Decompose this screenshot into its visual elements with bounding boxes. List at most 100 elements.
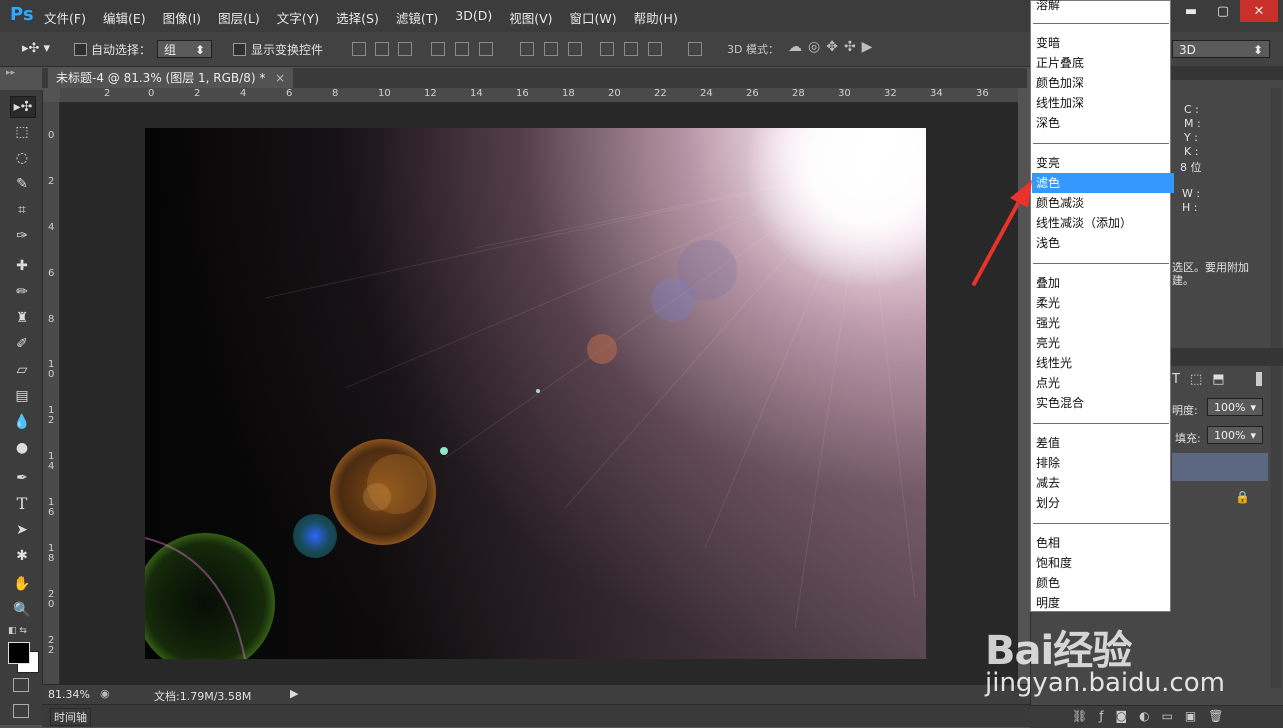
align-hcenter-icon[interactable] <box>455 42 469 56</box>
menu-image[interactable]: 图像(I) <box>163 8 201 27</box>
healing-brush-tool-icon[interactable]: ✚ <box>10 256 34 276</box>
history-brush-tool-icon[interactable]: ✐ <box>10 334 34 354</box>
zoom-level[interactable]: 81.34% <box>48 688 90 701</box>
3d-mode-icons[interactable]: ☁◎✥✣▶ <box>788 39 878 55</box>
align-vcenter-icon[interactable] <box>375 42 389 56</box>
distribute-bottom-icon[interactable] <box>568 42 582 56</box>
distribute-top-icon[interactable] <box>520 42 534 56</box>
blend-darken[interactable]: 变暗 <box>1035 33 1170 53</box>
brush-tool-icon[interactable]: ✏ <box>10 282 34 302</box>
blend-soft-light[interactable]: 柔光 <box>1035 293 1170 313</box>
menu-file[interactable]: 文件(F) <box>44 8 86 27</box>
blend-lighter-color[interactable]: 浅色 <box>1035 233 1170 253</box>
default-colors-icon[interactable]: ◧ ⇆ <box>8 626 27 636</box>
blend-exclusion[interactable]: 排除 <box>1035 453 1170 473</box>
blend-darker-color[interactable]: 深色 <box>1035 113 1170 133</box>
align-bottom-icon[interactable] <box>398 42 412 56</box>
lasso-tool-icon[interactable]: ◌ <box>10 148 34 168</box>
blend-hard-light[interactable]: 强光 <box>1035 313 1170 333</box>
blend-subtract[interactable]: 减去 <box>1035 473 1170 493</box>
menu-help[interactable]: 帮助(H) <box>634 8 678 27</box>
blend-linear-burn[interactable]: 线性加深 <box>1035 93 1170 113</box>
filter-toggle[interactable] <box>1256 372 1262 386</box>
menu-filter[interactable]: 滤镜(T) <box>396 8 438 27</box>
timeline-tab[interactable]: 时间轴 <box>50 708 91 726</box>
dodge-tool-icon[interactable]: ● <box>10 438 34 458</box>
eraser-tool-icon[interactable]: ▱ <box>10 360 34 380</box>
blend-color[interactable]: 颜色 <box>1035 573 1170 593</box>
fill-field[interactable]: 100% ▾ <box>1207 426 1263 444</box>
collapse-icon[interactable]: ▸▸ <box>6 68 15 78</box>
align-top-icon[interactable] <box>352 42 366 56</box>
layer-action-icons[interactable]: ⛓ƒ◙◐▭▣🗑 <box>1072 709 1235 723</box>
document-tab[interactable]: 未标题-4 @ 81.3% (图层 1, RGB/8) * × <box>48 68 294 88</box>
layer-filter-icons[interactable]: T⬚⬒ <box>1172 372 1235 387</box>
minimize-button[interactable]: ▬ <box>1176 0 1206 22</box>
pen-tool-icon[interactable]: ✒ <box>10 468 34 488</box>
blend-vivid-light[interactable]: 亮光 <box>1035 333 1170 353</box>
blend-color-burn[interactable]: 颜色加深 <box>1035 73 1170 93</box>
quick-mask-icon[interactable] <box>13 678 29 692</box>
auto-select-dropdown[interactable]: 组 ⬍ <box>157 40 212 58</box>
blur-tool-icon[interactable]: 💧 <box>10 412 34 432</box>
blend-linear-light[interactable]: 线性光 <box>1035 353 1170 373</box>
path-select-tool-icon[interactable]: ➤ <box>10 520 34 540</box>
maximize-button[interactable]: ▢ <box>1208 0 1238 22</box>
gradient-tool-icon[interactable]: ▤ <box>10 386 34 406</box>
hand-tool-icon[interactable]: ✋ <box>10 574 34 594</box>
menu-edit[interactable]: 编辑(E) <box>103 8 146 27</box>
distribute-vcenter-icon[interactable] <box>544 42 558 56</box>
blend-multiply[interactable]: 正片叠底 <box>1035 53 1170 73</box>
distribute-hcenter-icon[interactable] <box>624 42 638 56</box>
blend-lighten[interactable]: 变亮 <box>1035 153 1170 173</box>
blend-linear-dodge[interactable]: 线性减淡（添加） <box>1035 213 1170 233</box>
layer-row-selected[interactable] <box>1172 453 1268 481</box>
align-right-icon[interactable] <box>479 42 493 56</box>
shape-tool-icon[interactable]: ✱ <box>10 546 34 566</box>
screen-mode-icon[interactable] <box>13 704 29 718</box>
menu-view[interactable]: 视图(V) <box>509 8 552 27</box>
blend-overlay[interactable]: 叠加 <box>1035 273 1170 293</box>
status-menu-arrow-icon[interactable]: ▶ <box>290 687 298 700</box>
document-canvas[interactable] <box>145 128 926 659</box>
crop-tool-icon[interactable]: ⌗ <box>10 200 34 220</box>
menu-type[interactable]: 文字(Y) <box>277 8 319 27</box>
blend-color-dodge[interactable]: 颜色减淡 <box>1035 193 1170 213</box>
menu-window[interactable]: 窗口(W) <box>570 8 617 27</box>
blend-mode-dropdown[interactable]: 溶解 变暗 正片叠底 颜色加深 线性加深 深色 变亮 滤色 颜色减淡 线性减淡（… <box>1030 0 1174 613</box>
eyedropper-tool-icon[interactable]: ✑ <box>10 226 34 246</box>
blend-hue[interactable]: 色相 <box>1035 533 1170 553</box>
share-icon[interactable]: ◉ <box>100 687 110 700</box>
align-left-icon[interactable] <box>431 42 445 56</box>
show-transform-checkbox[interactable] <box>233 43 246 56</box>
blend-saturation[interactable]: 饱和度 <box>1035 553 1170 573</box>
blend-screen[interactable]: 滤色 <box>1032 173 1174 193</box>
blend-divide[interactable]: 划分 <box>1035 493 1170 513</box>
marquee-tool-icon[interactable]: ⬚ <box>10 122 34 142</box>
workspace-dropdown[interactable]: 3D ⬍ <box>1172 40 1270 58</box>
type-tool-icon[interactable]: T <box>10 494 34 514</box>
blend-difference[interactable]: 差值 <box>1035 433 1170 453</box>
zoom-tool-icon[interactable]: 🔍 <box>10 600 34 620</box>
menu-select[interactable]: 选择(S) <box>336 8 379 27</box>
auto-select-checkbox[interactable] <box>74 43 87 56</box>
quick-select-tool-icon[interactable]: ✎ <box>10 174 34 194</box>
blend-hard-mix[interactable]: 实色混合 <box>1035 393 1170 413</box>
auto-align-icon[interactable] <box>688 42 702 56</box>
distribute-left-icon[interactable] <box>600 42 614 56</box>
blend-luminosity[interactable]: 明度 <box>1035 593 1170 613</box>
close-button[interactable]: ✕ <box>1240 0 1278 22</box>
menu-layer[interactable]: 图层(L) <box>218 8 260 27</box>
distribute-right-icon[interactable] <box>648 42 662 56</box>
clone-stamp-tool-icon[interactable]: ♜ <box>10 308 34 328</box>
move-tool-icon[interactable]: ▸✣ <box>10 96 36 118</box>
chevron-down-icon: ▾ <box>1250 429 1256 442</box>
menu-3d[interactable]: 3D(D) <box>455 8 492 27</box>
move-tool-icon[interactable]: ▸✣ ▾ <box>22 41 50 56</box>
tab-close-icon[interactable]: × <box>275 71 285 85</box>
foreground-color-swatch[interactable] <box>8 642 30 664</box>
opacity-field[interactable]: 100% ▾ <box>1207 398 1263 416</box>
blend-dissolve[interactable]: 溶解 <box>1035 0 1170 15</box>
blend-pin-light[interactable]: 点光 <box>1035 373 1170 393</box>
vertical-scrollbar[interactable] <box>1271 88 1281 688</box>
